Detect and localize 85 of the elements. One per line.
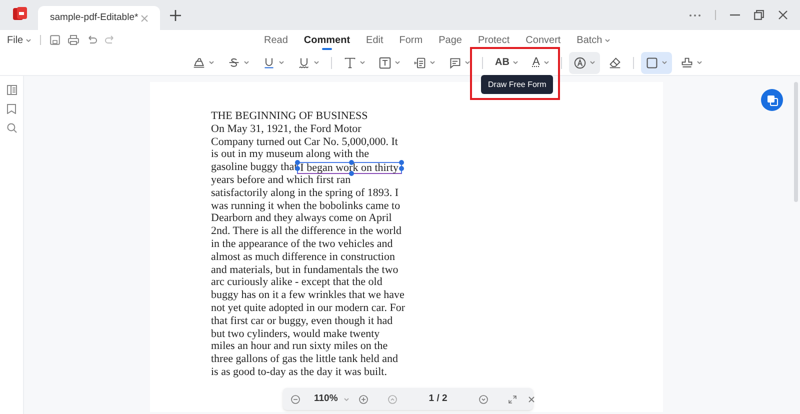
document-text-line: Company turned out Car No. 5,000,000. It bbox=[211, 136, 398, 148]
document-text-line: three gallons of gas the little tank held and bbox=[211, 353, 398, 366]
squiggly-underline-icon bbox=[298, 56, 310, 68]
caret-icon bbox=[465, 61, 470, 64]
restore-icon[interactable] bbox=[754, 10, 764, 20]
caret-icon bbox=[360, 61, 365, 64]
zoom-out-icon[interactable] bbox=[291, 394, 300, 404]
caret-icon bbox=[244, 61, 249, 64]
document-text-line: On May 31, 1921, the Ford Motor bbox=[211, 122, 362, 136]
undo-icon[interactable] bbox=[87, 35, 98, 45]
caret-icon bbox=[26, 38, 32, 42]
mode-tab[interactable]: Protect bbox=[478, 30, 510, 50]
caret-icon bbox=[544, 61, 549, 64]
zoom-in-icon[interactable] bbox=[358, 394, 368, 404]
rectangle-tool-button[interactable] bbox=[640, 52, 672, 74]
text-box-icon bbox=[379, 56, 391, 68]
more-icon[interactable] bbox=[689, 14, 701, 16]
document-text-line: arc curiously alike - except that the old bbox=[211, 276, 382, 290]
caret-icon bbox=[279, 61, 284, 64]
document-text-line: buggy has on it a few wrinkles that we have bbox=[211, 289, 404, 302]
caret-icon bbox=[513, 61, 518, 64]
pencil-tool-button[interactable] bbox=[568, 52, 600, 74]
insert-tool-button[interactable]: A bbox=[527, 52, 554, 74]
document-icon bbox=[766, 94, 778, 106]
document-text-line: years before and which first ran bbox=[211, 174, 351, 187]
mode-tab[interactable]: Convert bbox=[526, 30, 561, 50]
caret-icon bbox=[662, 61, 667, 64]
caret-icon bbox=[395, 61, 400, 64]
mode-tab[interactable]: Comment bbox=[304, 30, 350, 50]
document-text-line: Dearborn and they always come on April bbox=[211, 212, 392, 226]
text-tool-icon bbox=[344, 56, 356, 68]
app-logo-icon bbox=[12, 6, 28, 22]
next-page-icon[interactable] bbox=[479, 394, 488, 404]
document-text-line: that first car or buggy, even though it had bbox=[211, 314, 393, 328]
minimize-icon[interactable] bbox=[730, 14, 740, 16]
close-icon[interactable] bbox=[778, 10, 788, 20]
tooltip: Draw Free Form bbox=[481, 75, 554, 94]
underline-icon bbox=[263, 56, 275, 68]
document-text-line: was running it when the bobolinks came to bbox=[211, 200, 400, 212]
mode-tab[interactable]: Edit bbox=[366, 30, 384, 50]
comment-icon bbox=[449, 56, 461, 68]
pen-circle-icon bbox=[574, 56, 586, 68]
expand-icon[interactable] bbox=[508, 394, 518, 404]
zoom-level-dropdown[interactable]: 110% bbox=[314, 392, 349, 406]
caret-icon bbox=[209, 61, 214, 64]
mode-tab[interactable]: Page bbox=[438, 30, 462, 50]
caret-icon bbox=[696, 61, 702, 64]
save-icon[interactable] bbox=[50, 35, 60, 45]
document-text-line: not yet quite adopted in our modern car. For bbox=[211, 302, 405, 315]
bookmark-icon[interactable] bbox=[7, 104, 16, 114]
document-text-line: THE BEGINNING OF BUSINESS bbox=[211, 110, 368, 123]
rectangle-icon bbox=[646, 56, 658, 68]
caret-icon bbox=[430, 61, 435, 64]
caret-icon bbox=[344, 398, 349, 400]
document-text-line: and materials, but in fundamentals the two bbox=[211, 264, 398, 276]
callout-icon bbox=[414, 56, 426, 68]
scrollbar[interactable] bbox=[794, 82, 798, 202]
caret-icon bbox=[314, 61, 319, 64]
close-icon[interactable] bbox=[527, 394, 536, 404]
document-text-line: but two cylinders, would make twenty bbox=[211, 328, 380, 340]
document-text-line: satisfactorily along in the spring of 1893. I bbox=[211, 186, 399, 200]
caret-icon bbox=[605, 38, 610, 42]
mode-tab[interactable]: Form bbox=[399, 30, 423, 50]
document-tab[interactable]: sample-pdf-Editable* bbox=[38, 6, 160, 30]
file-menu[interactable]: File bbox=[7, 32, 32, 48]
document-text-line: 2nd. There is all the difference in the world bbox=[211, 225, 402, 238]
document-text-line: almost as much difference in construction bbox=[211, 250, 395, 264]
strikethrough-icon bbox=[228, 56, 240, 68]
document-text-line: in the appearance of the two vehicles and bbox=[211, 238, 393, 251]
thumbnail-panel-icon[interactable] bbox=[6, 85, 16, 95]
page-indicator: 1 / 2 bbox=[428, 392, 448, 406]
replace-tool-button[interactable]: AB bbox=[490, 52, 524, 74]
print-icon[interactable] bbox=[68, 35, 80, 45]
search-icon[interactable] bbox=[6, 123, 16, 133]
document-text-line: is out in my museum along with the bbox=[211, 148, 369, 162]
document-text-line: is as good to-day as the day it was built. bbox=[211, 366, 387, 379]
mode-tab[interactable]: Batch bbox=[576, 30, 610, 50]
document-text-line: miles an hour and run sixty miles on the bbox=[211, 340, 388, 354]
stamp-icon bbox=[680, 56, 693, 68]
caret-icon bbox=[590, 61, 595, 64]
plus-icon bbox=[170, 10, 180, 20]
mode-tab[interactable]: Read bbox=[264, 30, 288, 50]
eraser-icon bbox=[608, 56, 621, 68]
marker-icon bbox=[193, 56, 205, 68]
selected-annotation-text[interactable]: I began work on thirty bbox=[297, 162, 402, 174]
